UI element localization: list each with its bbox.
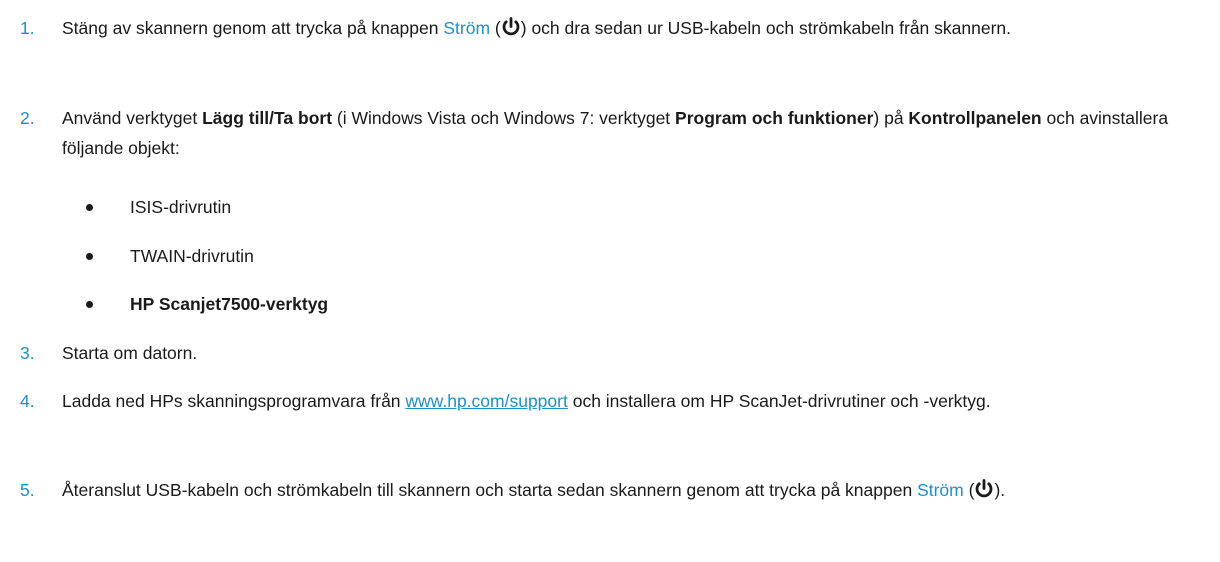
bullet-dot xyxy=(86,204,93,211)
step-text: Stäng av skannern genom att trycka på kn… xyxy=(62,13,1210,46)
add-remove-tool: Lägg till/Ta bort xyxy=(202,108,333,128)
support-link[interactable]: www.hp.com/support xyxy=(405,391,567,411)
step-number: 1. xyxy=(20,18,35,38)
bullet-dot xyxy=(86,253,93,260)
step-text: Starta om datorn. xyxy=(62,343,198,363)
step-text: Använd verktyget Lägg till/Ta bort (i Wi… xyxy=(62,108,1169,158)
step-number: 4. xyxy=(20,391,35,411)
step-number: 5. xyxy=(20,480,35,500)
step-text: Återanslut USB-kabeln och strömkabeln ti… xyxy=(62,475,1210,508)
step-number: 2. xyxy=(20,108,35,128)
power-icon xyxy=(501,16,521,46)
power-icon xyxy=(974,478,994,508)
control-panel: Kontrollpanelen xyxy=(908,108,1042,128)
power-button-label: Ström xyxy=(917,480,964,500)
bullet-dot xyxy=(86,301,93,308)
power-button-label: Ström xyxy=(443,18,491,38)
programs-features-tool: Program och funktioner xyxy=(675,108,874,128)
step-text: Ladda ned HPs skanningsprogramvara från … xyxy=(62,391,991,411)
step-number: 3. xyxy=(20,343,35,363)
